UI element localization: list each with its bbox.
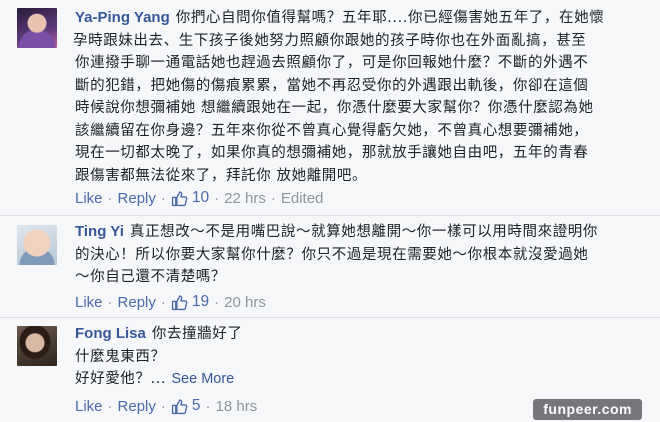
- comment-line: 真正想改～不是用嘴巴說～就算她想離開～你一樣可以用時間來證明你: [129, 224, 599, 240]
- comment-line: 該繼續留在你身邊？五年來你從不曾真心覺得虧欠她，不曾真心想要彌補她，: [75, 122, 589, 139]
- divider: [0, 215, 660, 216]
- separator-dot: ·: [214, 293, 220, 311]
- comment-line: 你連撥手聊一通電話她也趕過去照顧你了，可是你回報她什麼？不斷的外遇不: [75, 55, 589, 71]
- comment-body: Fong Lisa 你去撞牆好了 什麼鬼東西？ 好好愛他？... See More: [75, 323, 645, 391]
- comment-body: Ting Yi 真正想改～不是用嘴巴說～就算她想離開～你一樣可以用時間來證明你 的…: [75, 221, 645, 289]
- comment-line: 好好愛他？...: [75, 371, 167, 387]
- comment-timestamp[interactable]: 22 hrs: [224, 190, 266, 207]
- avatar[interactable]: [17, 326, 57, 366]
- comment-author[interactable]: Fong Lisa: [75, 325, 146, 342]
- separator-dot: ·: [214, 189, 220, 207]
- see-more-link[interactable]: See More: [171, 371, 234, 387]
- comment-line: ～你自己還不清楚嗎？: [75, 269, 226, 285]
- separator-dot: ·: [107, 189, 113, 207]
- thumbs-up-icon[interactable]: [171, 398, 188, 415]
- comment-timestamp[interactable]: 20 hrs: [224, 294, 266, 311]
- like-count[interactable]: 5: [192, 397, 201, 415]
- separator-dot: ·: [205, 397, 211, 415]
- thumbs-up-icon[interactable]: [171, 294, 188, 311]
- separator-dot: ·: [160, 189, 166, 207]
- comment-actions: Like · Reply · 10 · 22 hrs · Edited: [75, 187, 323, 209]
- separator-dot: ·: [270, 189, 276, 207]
- comment-line: 你去撞牆好了: [151, 326, 243, 342]
- edited-label[interactable]: Edited: [281, 190, 324, 207]
- like-button[interactable]: Like: [75, 190, 103, 207]
- avatar[interactable]: [17, 8, 57, 48]
- reply-button[interactable]: Reply: [118, 190, 156, 207]
- reply-button[interactable]: Reply: [118, 398, 156, 415]
- comment-timestamp[interactable]: 18 hrs: [216, 398, 258, 415]
- comment-line: 孕時跟妹出去、生下孩子後她努力照顧你跟她的孩子時你也在外面亂搞，甚至: [73, 32, 587, 49]
- separator-dot: ·: [107, 293, 113, 311]
- like-count[interactable]: 10: [192, 189, 209, 207]
- comment-actions: Like · Reply · 19 · 20 hrs: [75, 291, 266, 313]
- site-watermark: funpeer.com: [533, 399, 642, 420]
- avatar[interactable]: [17, 225, 57, 265]
- comment-line: 什麼鬼東西？: [75, 348, 166, 365]
- comment-author[interactable]: Ting Yi: [75, 223, 124, 240]
- like-button[interactable]: Like: [75, 398, 103, 415]
- separator-dot: ·: [107, 397, 113, 415]
- separator-dot: ·: [160, 397, 166, 415]
- thumbs-up-icon[interactable]: [171, 190, 188, 207]
- comment-body: Ya-Ping Yang 你捫心自問你值得幫嗎？五年耶....你已經傷害她五年了，…: [73, 7, 645, 187]
- like-button[interactable]: Like: [75, 294, 103, 311]
- comment-actions: Like · Reply · 5 · 18 hrs: [75, 395, 257, 417]
- comment-author[interactable]: Ya-Ping Yang: [75, 9, 170, 26]
- separator-dot: ·: [160, 293, 166, 311]
- reply-button[interactable]: Reply: [118, 294, 156, 311]
- comment-line: 現在一切都太晚了，如果你真的想彌補她，那就放手讓她自由吧，五年的青春: [75, 145, 589, 161]
- comment-line: 跟傷害都無法從來了，拜託你 放她離開吧。: [75, 167, 368, 184]
- comment-line: 時候說你想彌補她 想繼續跟她在一起，你憑什麼要大家幫你？你憑什麼認為她: [75, 100, 594, 116]
- comment-line: 你捫心自問你值得幫嗎？五年耶....你已經傷害她五年了，在她懷: [175, 10, 605, 26]
- like-count[interactable]: 19: [192, 293, 209, 311]
- comment-line: 的決心！所以你要大家幫你什麼？你只不過是現在需要她～你根本就沒愛過她: [75, 246, 589, 263]
- divider: [0, 317, 660, 318]
- comment-line: 斷的犯錯，把她傷的傷痕累累，當她不再忍受你的外遇跟出軌後，你卻在這個: [75, 77, 589, 94]
